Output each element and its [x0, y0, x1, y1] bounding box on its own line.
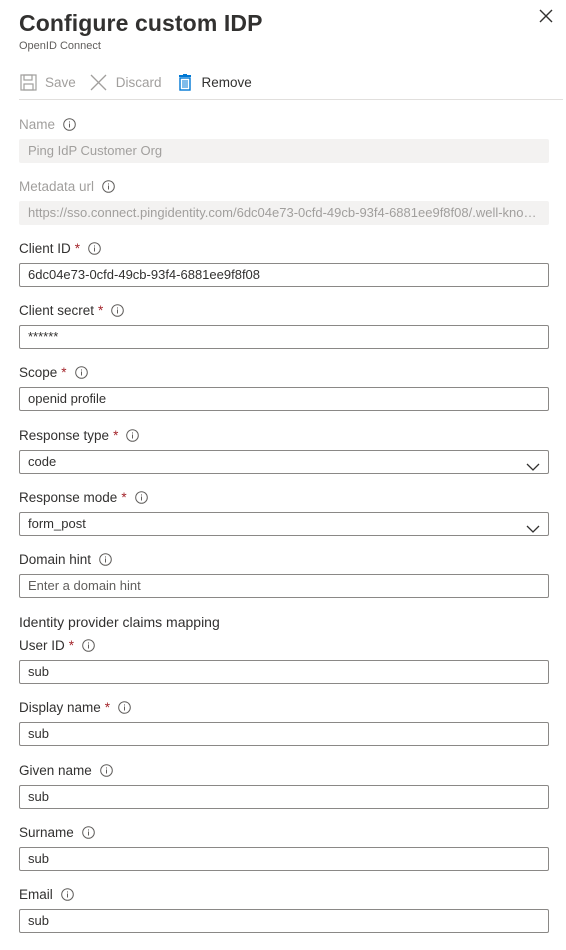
email-input[interactable]: sub — [19, 909, 549, 933]
info-icon[interactable] — [102, 179, 115, 193]
response-mode-field: Response mode * form_post — [19, 488, 549, 536]
domain-hint-field: Domain hint Enter a domain hint — [19, 550, 549, 598]
info-icon[interactable] — [74, 365, 88, 379]
display-name-input[interactable]: sub — [19, 722, 549, 746]
response-mode-dropdown[interactable]: form_post — [19, 512, 549, 536]
required-marker: * — [113, 427, 119, 443]
panel-header: Configure custom IDP OpenID Connect — [19, 8, 566, 58]
required-marker: * — [98, 302, 104, 318]
info-icon[interactable] — [82, 638, 95, 652]
save-button[interactable]: Save — [19, 73, 76, 91]
page-title: Configure custom IDP — [19, 10, 263, 36]
required-marker: * — [68, 637, 75, 653]
response-type-dropdown[interactable]: code — [19, 450, 549, 474]
toolbar-divider — [19, 99, 563, 100]
surname-input[interactable]: sub — [19, 847, 549, 871]
info-icon[interactable] — [81, 825, 95, 839]
required-marker: * — [61, 364, 67, 380]
given-name-field: Given name sub — [19, 761, 549, 809]
scope-label: Scope — [19, 364, 58, 380]
surname-field: Surname sub — [19, 823, 549, 871]
info-icon[interactable] — [99, 763, 113, 777]
save-label: Save — [45, 74, 76, 90]
user-id-label: User ID — [19, 637, 65, 653]
domain-hint-label: Domain hint — [19, 551, 92, 567]
metadata-url-input: https://sso.connect.pingidentity.com/6dc… — [19, 201, 549, 225]
scope-field: Scope * openid profile — [19, 363, 549, 411]
response-type-label: Response type — [19, 427, 110, 443]
remove-button[interactable]: Remove — [176, 73, 252, 91]
response-type-field: Response type * code — [19, 426, 549, 474]
scope-input[interactable]: openid profile — [19, 387, 549, 411]
close-icon — [539, 9, 553, 23]
response-mode-label: Response mode — [19, 489, 118, 505]
info-icon[interactable] — [63, 117, 76, 131]
given-name-label: Given name — [19, 762, 92, 778]
required-marker: * — [121, 489, 127, 505]
claims-mapping-heading: Identity provider claims mapping — [19, 614, 220, 630]
name-input: Ping IdP Customer Org — [19, 139, 549, 163]
client-id-label: Client ID — [19, 240, 71, 256]
info-icon[interactable] — [126, 428, 140, 442]
metadata-url-field: Metadata url https://sso.connect.pingide… — [19, 177, 549, 225]
info-icon[interactable] — [99, 552, 112, 566]
remove-label: Remove — [201, 74, 252, 90]
response-type-value: code — [28, 454, 57, 469]
discard-icon — [90, 73, 108, 91]
discard-label: Discard — [115, 74, 162, 90]
discard-button[interactable]: Discard — [90, 73, 162, 91]
email-label: Email — [19, 886, 53, 902]
info-icon[interactable] — [88, 241, 101, 255]
name-field: Name Ping IdP Customer Org — [19, 115, 549, 163]
display-name-field: Display name * sub — [19, 698, 549, 746]
command-bar: Save Discard Remove — [19, 70, 266, 94]
metadata-url-label: Metadata url — [19, 178, 95, 194]
client-secret-input[interactable]: ****** — [19, 325, 549, 349]
name-label: Name — [19, 116, 56, 132]
info-icon[interactable] — [118, 700, 131, 714]
chevron-down-icon — [526, 519, 540, 533]
given-name-input[interactable]: sub — [19, 785, 549, 809]
close-button[interactable] — [536, 6, 556, 26]
save-icon — [19, 73, 37, 91]
info-icon[interactable] — [134, 490, 148, 504]
chevron-down-icon — [526, 457, 540, 471]
info-icon[interactable] — [60, 887, 74, 901]
domain-hint-input[interactable]: Enter a domain hint — [19, 574, 549, 598]
display-name-label: Display name — [19, 699, 101, 715]
client-secret-label: Client secret — [19, 302, 95, 318]
response-mode-value: form_post — [28, 516, 86, 531]
trash-icon — [176, 73, 194, 91]
required-marker: * — [74, 240, 81, 256]
client-id-field: Client ID * 6dc04e73-0cfd-49cb-93f4-6881… — [19, 239, 549, 287]
email-field: Email sub — [19, 885, 549, 933]
page-subtitle: OpenID Connect — [19, 40, 101, 52]
user-id-field: User ID * sub — [19, 636, 549, 684]
info-icon[interactable] — [111, 303, 125, 317]
surname-label: Surname — [19, 824, 74, 840]
user-id-input[interactable]: sub — [19, 660, 549, 684]
client-id-input[interactable]: 6dc04e73-0cfd-49cb-93f4-6881ee9f8f08 — [19, 263, 549, 287]
client-secret-field: Client secret * ****** — [19, 301, 549, 349]
required-marker: * — [104, 699, 111, 715]
